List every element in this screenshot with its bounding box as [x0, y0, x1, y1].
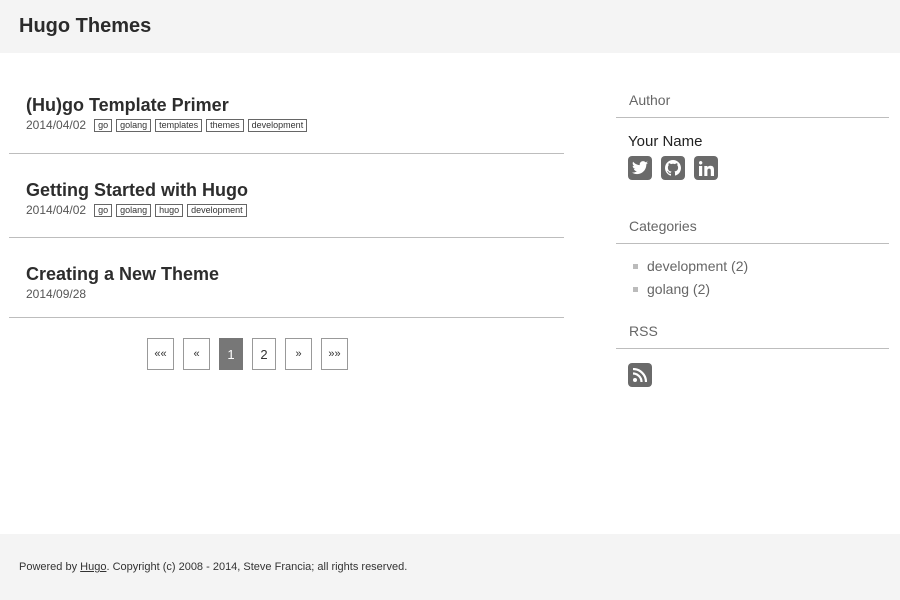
- sidebar: Author Your Name Categories development …: [616, 92, 889, 387]
- tag-link[interactable]: go: [94, 118, 113, 132]
- bullet-icon: [633, 263, 638, 269]
- bullet-icon: [633, 286, 638, 292]
- footer-prefix: Powered by: [19, 561, 81, 573]
- footer-copyright: . Copyright (c) 2008 - 2014, Steve Franc…: [106, 561, 408, 573]
- prev-page-button[interactable]: «: [183, 338, 210, 370]
- category-list: development (2) golang (2): [616, 258, 889, 297]
- tag-link[interactable]: golang: [116, 203, 152, 217]
- hugo-link[interactable]: Hugo: [80, 561, 106, 573]
- tag-link[interactable]: hugo: [155, 203, 184, 217]
- last-page-button[interactable]: »»: [321, 338, 348, 370]
- site-footer: Powered by Hugo. Copyright (c) 2008 - 20…: [0, 534, 900, 600]
- author-name: Your Name: [628, 133, 703, 150]
- post-meta: 2014/04/02 go golang hugo development: [9, 203, 564, 217]
- linkedin-icon[interactable]: [694, 156, 718, 180]
- tag-link[interactable]: templates: [155, 118, 203, 132]
- tag-link[interactable]: themes: [206, 118, 244, 132]
- post-date: 2014/09/28: [26, 287, 87, 301]
- category-item[interactable]: development (2): [633, 258, 889, 274]
- categories-heading: Categories: [616, 218, 889, 244]
- author-heading: Author: [616, 92, 889, 118]
- post-date: 2014/04/02: [26, 203, 87, 217]
- social-links: [616, 156, 889, 180]
- post-date: 2014/04/02: [26, 118, 87, 132]
- pagination: «« « 1 2 » »»: [147, 338, 357, 370]
- post-title-link[interactable]: (Hu)go Template Primer: [9, 95, 564, 116]
- first-page-button[interactable]: ««: [147, 338, 174, 370]
- site-header: Hugo Themes: [0, 0, 900, 53]
- post-title-link[interactable]: Getting Started with Hugo: [9, 180, 564, 201]
- github-icon[interactable]: [661, 156, 685, 180]
- post-item: Creating a New Theme 2014/09/28: [9, 238, 564, 318]
- tag-link[interactable]: go: [94, 203, 113, 217]
- rss-icon[interactable]: [628, 363, 652, 387]
- category-link[interactable]: golang (2): [647, 281, 710, 297]
- site-title-link[interactable]: Hugo Themes: [19, 15, 151, 38]
- page-1-button[interactable]: 1: [219, 338, 243, 370]
- post-meta: 2014/04/02 go golang templates themes de…: [9, 118, 564, 132]
- footer-text: Powered by Hugo. Copyright (c) 2008 - 20…: [19, 561, 407, 573]
- rss-heading: RSS: [616, 323, 889, 349]
- tag-link[interactable]: development: [187, 203, 247, 217]
- page-2-button[interactable]: 2: [252, 338, 276, 370]
- post-meta: 2014/09/28: [9, 287, 564, 301]
- tag-link[interactable]: development: [247, 118, 308, 132]
- next-page-button[interactable]: »: [285, 338, 312, 370]
- post-title-link[interactable]: Creating a New Theme: [9, 264, 564, 285]
- twitter-icon[interactable]: [628, 156, 652, 180]
- tag-link[interactable]: golang: [116, 118, 152, 132]
- post-item: (Hu)go Template Primer 2014/04/02 go gol…: [9, 53, 564, 154]
- category-link[interactable]: development (2): [647, 258, 748, 274]
- post-item: Getting Started with Hugo 2014/04/02 go …: [9, 154, 564, 238]
- category-item[interactable]: golang (2): [633, 281, 889, 297]
- post-list: (Hu)go Template Primer 2014/04/02 go gol…: [9, 53, 564, 318]
